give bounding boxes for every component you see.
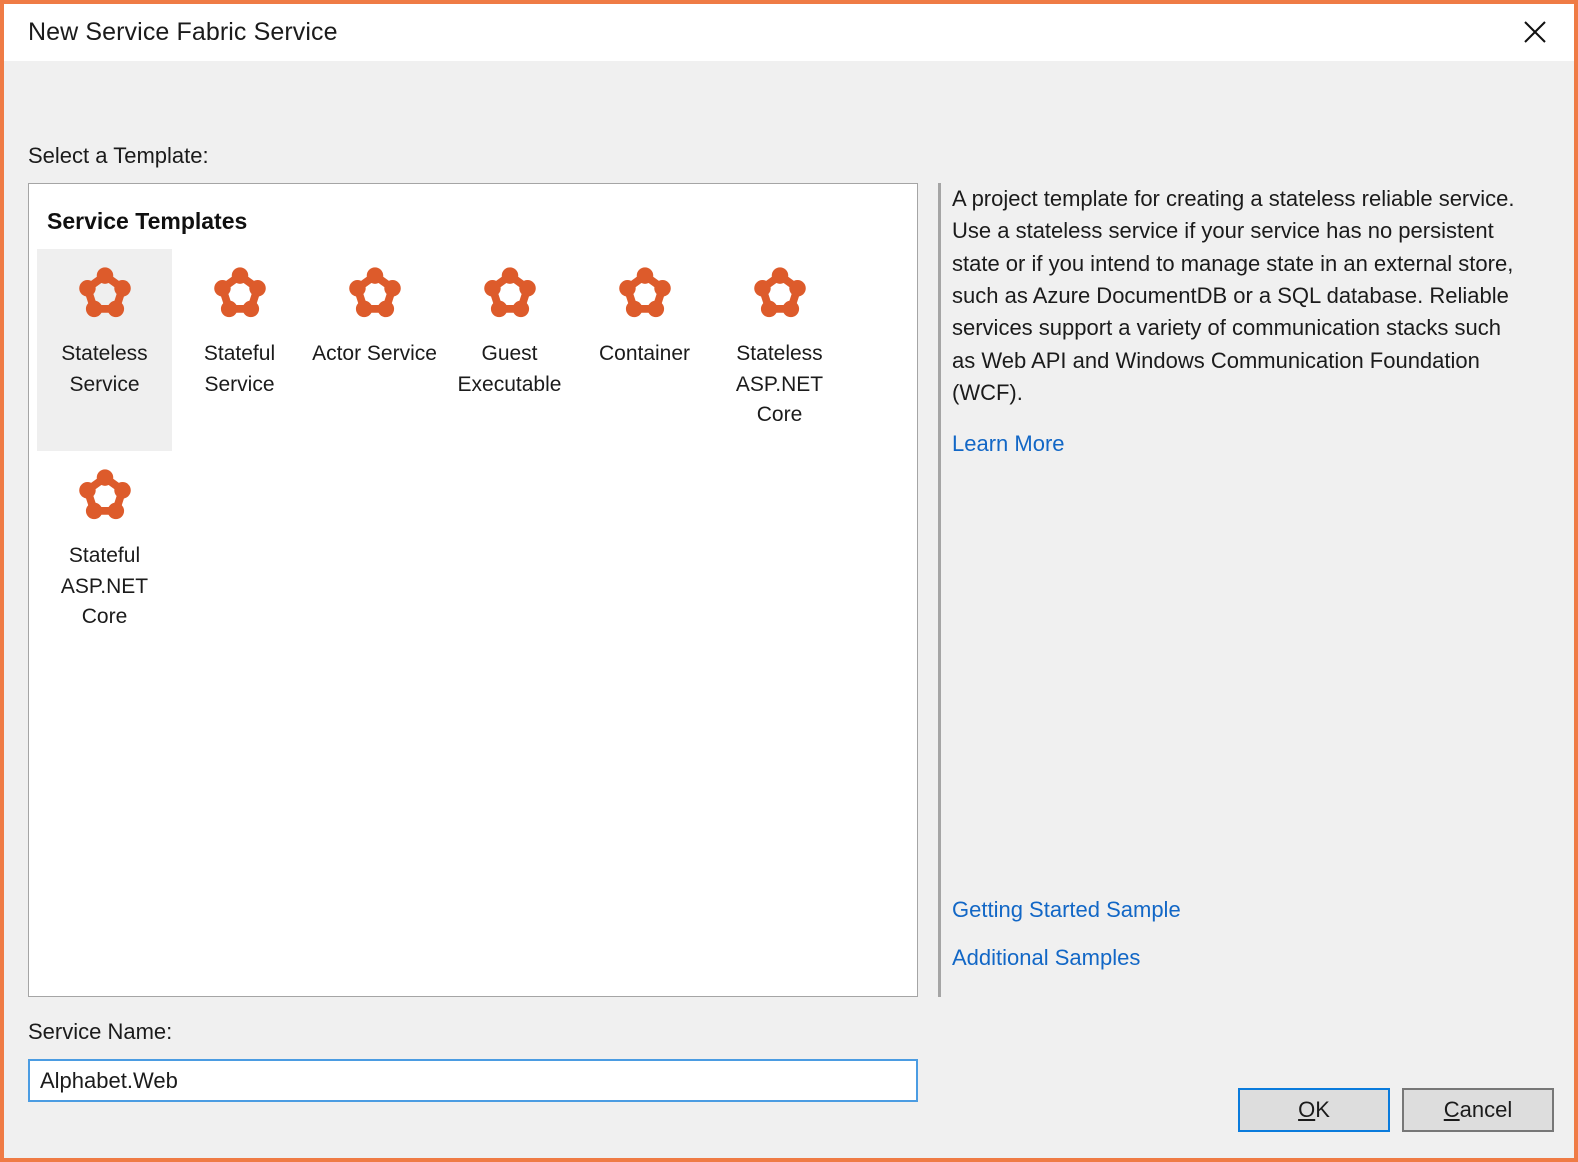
sample-links: Getting Started Sample Additional Sample…	[952, 897, 1530, 993]
ok-rest: K	[1315, 1097, 1330, 1122]
template-tile-label: Stateful ASP.NET Core	[42, 541, 167, 633]
getting-started-sample-link[interactable]: Getting Started Sample	[952, 897, 1530, 923]
template-tile-label: Stateless Service	[42, 339, 167, 400]
template-tile-container[interactable]: Container	[577, 249, 712, 451]
close-icon[interactable]	[1512, 12, 1558, 52]
cancel-accel: C	[1444, 1097, 1460, 1122]
cancel-button[interactable]: Cancel	[1402, 1088, 1554, 1132]
dialog-body: Select a Template: Service Templates Sta…	[4, 61, 1574, 1158]
service-name-input[interactable]	[28, 1059, 918, 1102]
pane-splitter[interactable]	[938, 183, 941, 997]
new-service-fabric-service-dialog: New Service Fabric Service Select a Temp…	[4, 4, 1574, 1158]
templates-group-header: Service Templates	[47, 208, 917, 235]
service-fabric-pentagon-icon	[479, 263, 541, 325]
template-tile-stateless-service[interactable]: Stateless Service	[37, 249, 172, 451]
service-fabric-pentagon-icon	[344, 263, 406, 325]
template-tile-label: Container	[582, 339, 707, 370]
learn-more-link[interactable]: Learn More	[952, 431, 1530, 457]
template-tile-label: Stateless ASP.NET Core	[717, 339, 842, 431]
template-tile-stateful-service[interactable]: Stateful Service	[172, 249, 307, 451]
close-icon-glyph	[1522, 19, 1548, 45]
template-description: A project template for creating a statel…	[952, 183, 1530, 409]
cancel-rest: ancel	[1460, 1097, 1513, 1122]
template-tile-stateful-asp-net-core[interactable]: Stateful ASP.NET Core	[37, 451, 172, 653]
template-listbox[interactable]: Service Templates Stateless ServiceState…	[28, 183, 918, 997]
template-tile-label: Actor Service	[312, 339, 437, 370]
service-fabric-pentagon-icon	[614, 263, 676, 325]
template-tile-label: Guest Executable	[447, 339, 572, 400]
template-tile-guest-executable[interactable]: Guest Executable	[442, 249, 577, 451]
additional-samples-link[interactable]: Additional Samples	[952, 945, 1530, 971]
template-details-pane: A project template for creating a statel…	[952, 183, 1530, 997]
window-title: New Service Fabric Service	[28, 18, 338, 47]
template-tile-actor-service[interactable]: Actor Service	[307, 249, 442, 451]
service-fabric-pentagon-icon	[749, 263, 811, 325]
title-bar: New Service Fabric Service	[4, 4, 1574, 61]
template-tile-stateless-asp-net-core[interactable]: Stateless ASP.NET Core	[712, 249, 847, 451]
service-fabric-pentagon-icon	[209, 263, 271, 325]
template-tile-grid: Stateless ServiceStateful Service Actor S…	[29, 249, 897, 653]
cancel-button-label: Cancel	[1444, 1097, 1512, 1123]
template-tile-label: Stateful Service	[177, 339, 302, 400]
dialog-button-row: OK Cancel	[1238, 1088, 1554, 1132]
select-template-label: Select a Template:	[28, 143, 209, 169]
ok-button-label: OK	[1298, 1097, 1330, 1123]
service-name-label: Service Name:	[28, 1019, 172, 1045]
ok-accel: O	[1298, 1097, 1315, 1122]
ok-button[interactable]: OK	[1238, 1088, 1390, 1132]
service-fabric-pentagon-icon	[74, 465, 136, 527]
service-fabric-pentagon-icon	[74, 263, 136, 325]
